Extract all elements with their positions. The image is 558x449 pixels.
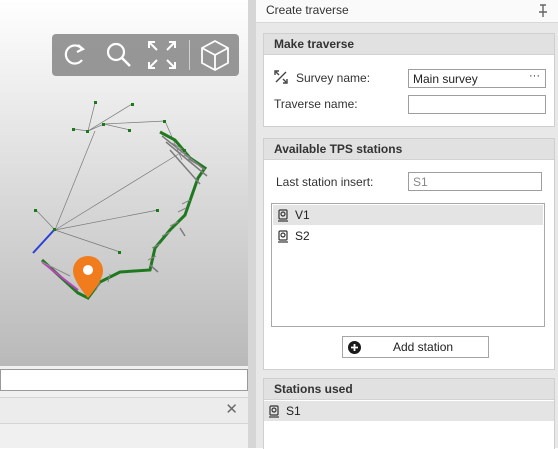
station-name: S2 <box>295 229 310 243</box>
section-heading: Available TPS stations <box>264 139 554 160</box>
make-traverse-heading: Make traverse <box>274 37 355 51</box>
list-item[interactable]: S2 <box>273 226 543 246</box>
create-traverse-panel: Create traverse Make traverse Survey nam… <box>256 0 558 449</box>
survey-name-label: Survey name: <box>296 71 371 85</box>
pin-icon[interactable] <box>538 2 548 21</box>
survey-name-field[interactable]: Main survey ··· <box>408 69 546 88</box>
view-toolbar <box>52 34 239 76</box>
last-station-value: S1 <box>413 175 428 189</box>
station-name: V1 <box>295 208 310 222</box>
add-station-button[interactable]: Add station <box>342 336 489 358</box>
total-station-icon <box>267 404 281 418</box>
survey-link-icon <box>274 70 288 87</box>
toolbar-separator <box>189 40 190 70</box>
last-station-field: S1 <box>408 172 542 191</box>
map-viewport[interactable] <box>0 0 248 366</box>
panel-header: Create traverse <box>256 0 558 23</box>
survey-name-value: Main survey <box>413 72 478 86</box>
stations-used-section: Stations used S1 <box>263 378 555 449</box>
close-icon[interactable]: ✕ <box>225 400 238 418</box>
browse-survey-button[interactable]: ··· <box>529 70 540 82</box>
left-bottom-bar: ✕ <box>0 397 248 424</box>
list-item[interactable]: V1 <box>273 205 543 225</box>
section-heading: Make traverse <box>264 34 554 55</box>
section-heading: Stations used <box>264 379 554 400</box>
fit-extent-icon[interactable] <box>145 38 179 72</box>
station-name: S1 <box>286 404 301 418</box>
last-station-label: Last station insert: <box>276 175 374 189</box>
total-station-icon <box>276 208 290 222</box>
available-stations-section: Available TPS stations Last station inse… <box>263 138 555 370</box>
available-stations-list[interactable]: V1 S2 <box>271 203 545 327</box>
traverse-name-label: Traverse name: <box>274 97 358 111</box>
panel-title: Create traverse <box>266 3 349 17</box>
make-traverse-section: Make traverse Survey name: Main survey ·… <box>263 33 555 127</box>
zoom-icon[interactable] <box>102 38 136 72</box>
add-station-label: Add station <box>393 340 454 354</box>
add-circle-icon <box>348 341 361 357</box>
reset-view-icon[interactable] <box>58 38 92 72</box>
3d-view-icon[interactable] <box>198 38 232 72</box>
available-stations-heading: Available TPS stations <box>274 142 403 156</box>
traverse-name-input[interactable] <box>408 95 546 114</box>
panel-splitter[interactable] <box>248 0 256 448</box>
total-station-icon <box>276 229 290 243</box>
list-item[interactable]: S1 <box>264 401 554 421</box>
stations-used-heading: Stations used <box>274 382 353 396</box>
command-input[interactable] <box>0 369 248 391</box>
